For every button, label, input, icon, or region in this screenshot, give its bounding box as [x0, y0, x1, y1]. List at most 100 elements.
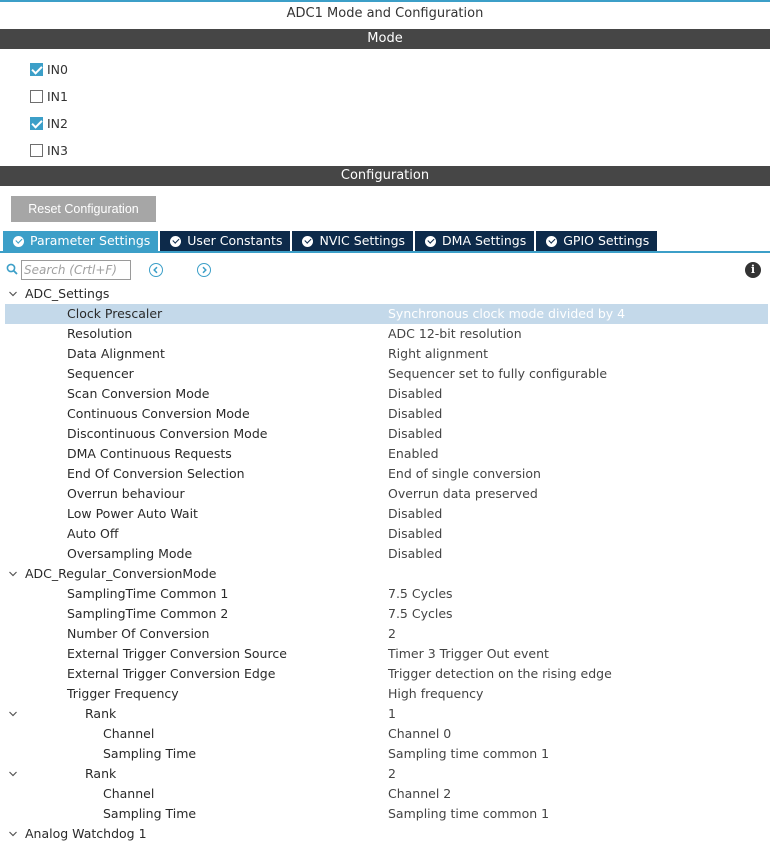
mode-section-header: Mode: [0, 29, 770, 49]
param-value: 7.5 Cycles: [388, 606, 453, 621]
param-row-data-alignment[interactable]: Data Alignment Right alignment: [0, 344, 770, 364]
tree-group-rank-2[interactable]: Rank 2: [0, 764, 770, 784]
info-icon[interactable]: i: [745, 262, 761, 278]
param-value: Right alignment: [388, 346, 489, 361]
param-row-number-of-conversion[interactable]: Number Of Conversion 2: [0, 624, 770, 644]
search-input[interactable]: [21, 260, 131, 280]
param-value: Disabled: [388, 546, 443, 561]
param-value: ADC 12-bit resolution: [388, 326, 522, 341]
param-label: SamplingTime Common 1: [67, 586, 229, 601]
mode-item-in3[interactable]: IN3: [30, 142, 68, 158]
tab-parameter-settings[interactable]: Parameter Settings: [3, 231, 159, 251]
in3-checkbox[interactable]: [30, 143, 43, 157]
param-value: Disabled: [388, 426, 443, 441]
search-icon: [6, 263, 18, 275]
param-label: External Trigger Conversion Edge: [67, 666, 276, 681]
param-value: Enabled: [388, 446, 439, 461]
tree-group-rank-1[interactable]: Rank 1: [0, 704, 770, 724]
param-row-end-of-conversion-selection[interactable]: End Of Conversion Selection End of singl…: [0, 464, 770, 484]
configuration-section-header: Configuration: [0, 166, 770, 186]
in1-checkbox[interactable]: [30, 89, 43, 103]
param-label: End Of Conversion Selection: [67, 466, 245, 481]
tab-dma-settings[interactable]: DMA Settings: [415, 231, 535, 251]
group-label: ADC_Settings: [25, 286, 110, 301]
search-next-button[interactable]: [197, 263, 211, 277]
param-row-discontinuous-conversion-mode[interactable]: Discontinuous Conversion Mode Disabled: [0, 424, 770, 444]
param-value: High frequency: [388, 686, 484, 701]
param-row-sampling-time-common-1[interactable]: SamplingTime Common 1 7.5 Cycles: [0, 584, 770, 604]
param-value: Sampling time common 1: [388, 746, 550, 761]
chevron-down-icon[interactable]: [8, 569, 18, 579]
param-label: Trigger Frequency: [67, 686, 179, 701]
param-row-overrun-behaviour[interactable]: Overrun behaviour Overrun data preserved: [0, 484, 770, 504]
check-circle-icon: [170, 235, 182, 247]
param-row-rank-1-channel[interactable]: Channel Channel 0: [0, 724, 770, 744]
param-row-external-trigger-source[interactable]: External Trigger Conversion Source Timer…: [0, 644, 770, 664]
param-value: Synchronous clock mode divided by 4: [388, 306, 626, 321]
tab-gpio-settings[interactable]: GPIO Settings: [536, 231, 658, 251]
param-label: Discontinuous Conversion Mode: [67, 426, 268, 441]
param-label: SamplingTime Common 2: [67, 606, 229, 621]
tab-nvic-settings[interactable]: NVIC Settings: [292, 231, 414, 251]
param-row-oversampling-mode[interactable]: Oversampling Mode Disabled: [0, 544, 770, 564]
param-row-sampling-time-common-2[interactable]: SamplingTime Common 2 7.5 Cycles: [0, 604, 770, 624]
tab-label: User Constants: [187, 233, 283, 248]
param-row-low-power-auto-wait[interactable]: Low Power Auto Wait Disabled: [0, 504, 770, 524]
adc1-config-panel: ADC1 Mode and Configuration Mode IN0 IN1…: [0, 0, 770, 846]
in2-label: IN2: [47, 115, 68, 131]
check-circle-icon: [546, 235, 558, 247]
param-value: Sampling time common 1: [388, 806, 550, 821]
param-row-clock-prescaler[interactable]: Clock Prescaler Synchronous clock mode d…: [5, 304, 768, 324]
param-value: Disabled: [388, 506, 443, 521]
in0-checkbox[interactable]: [30, 62, 43, 76]
param-label: External Trigger Conversion Source: [67, 646, 287, 661]
param-label: Sampling Time: [103, 806, 197, 821]
mode-item-in1[interactable]: IN1: [30, 88, 68, 104]
param-value: Channel 2: [388, 786, 452, 801]
param-row-trigger-frequency[interactable]: Trigger Frequency High frequency: [0, 684, 770, 704]
param-label: Continuous Conversion Mode: [67, 406, 250, 421]
chevron-left-icon: [153, 266, 158, 274]
in2-checkbox[interactable]: [30, 116, 43, 130]
param-row-continuous-conversion-mode[interactable]: Continuous Conversion Mode Disabled: [0, 404, 770, 424]
chevron-down-icon[interactable]: [8, 769, 18, 779]
param-row-rank-1-sampling-time[interactable]: Sampling Time Sampling time common 1: [0, 744, 770, 764]
param-value: Disabled: [388, 406, 443, 421]
param-row-auto-off[interactable]: Auto Off Disabled: [0, 524, 770, 544]
check-circle-icon: [302, 235, 314, 247]
tab-user-constants[interactable]: User Constants: [160, 231, 291, 251]
check-circle-icon: [13, 235, 24, 247]
in0-label: IN0: [47, 61, 68, 77]
param-label: Overrun behaviour: [67, 486, 185, 501]
tree-group-analog-watchdog-1[interactable]: Analog Watchdog 1: [0, 824, 770, 844]
chevron-down-icon[interactable]: [8, 709, 18, 719]
param-value: Channel 0: [388, 726, 452, 741]
param-label: Oversampling Mode: [67, 546, 193, 561]
tree-group-regular-conversion-mode[interactable]: ADC_Regular_ConversionMode: [0, 564, 770, 584]
param-row-sequencer[interactable]: Sequencer Sequencer set to fully configu…: [0, 364, 770, 384]
config-tabs: Parameter Settings User Constants NVIC S…: [3, 231, 659, 251]
param-row-dma-continuous-requests[interactable]: DMA Continuous Requests Enabled: [0, 444, 770, 464]
param-row-resolution[interactable]: Resolution ADC 12-bit resolution: [0, 324, 770, 344]
rank-value: 1: [388, 706, 396, 721]
chevron-down-icon[interactable]: [8, 289, 18, 299]
chevron-down-icon[interactable]: [8, 829, 18, 839]
group-label: Analog Watchdog 1: [25, 826, 147, 841]
group-label: ADC_Regular_ConversionMode: [25, 566, 217, 581]
param-row-rank-2-sampling-time[interactable]: Sampling Time Sampling time common 1: [0, 804, 770, 824]
param-label: DMA Continuous Requests: [67, 446, 232, 461]
search-previous-button[interactable]: [149, 263, 163, 277]
mode-item-in0[interactable]: IN0: [30, 61, 68, 77]
param-value: Overrun data preserved: [388, 486, 538, 501]
param-label: Number Of Conversion: [67, 626, 210, 641]
param-value: End of single conversion: [388, 466, 541, 481]
param-row-scan-conversion-mode[interactable]: Scan Conversion Mode Disabled: [0, 384, 770, 404]
param-label: Sampling Time: [103, 746, 197, 761]
tab-label: GPIO Settings: [563, 233, 650, 248]
param-row-rank-2-channel[interactable]: Channel Channel 2: [0, 784, 770, 804]
tree-group-adc-settings[interactable]: ADC_Settings: [0, 284, 770, 304]
reset-configuration-button[interactable]: Reset Configuration: [11, 196, 156, 222]
tab-label: DMA Settings: [442, 233, 527, 248]
mode-item-in2[interactable]: IN2: [30, 115, 68, 131]
param-row-external-trigger-edge[interactable]: External Trigger Conversion Edge Trigger…: [0, 664, 770, 684]
